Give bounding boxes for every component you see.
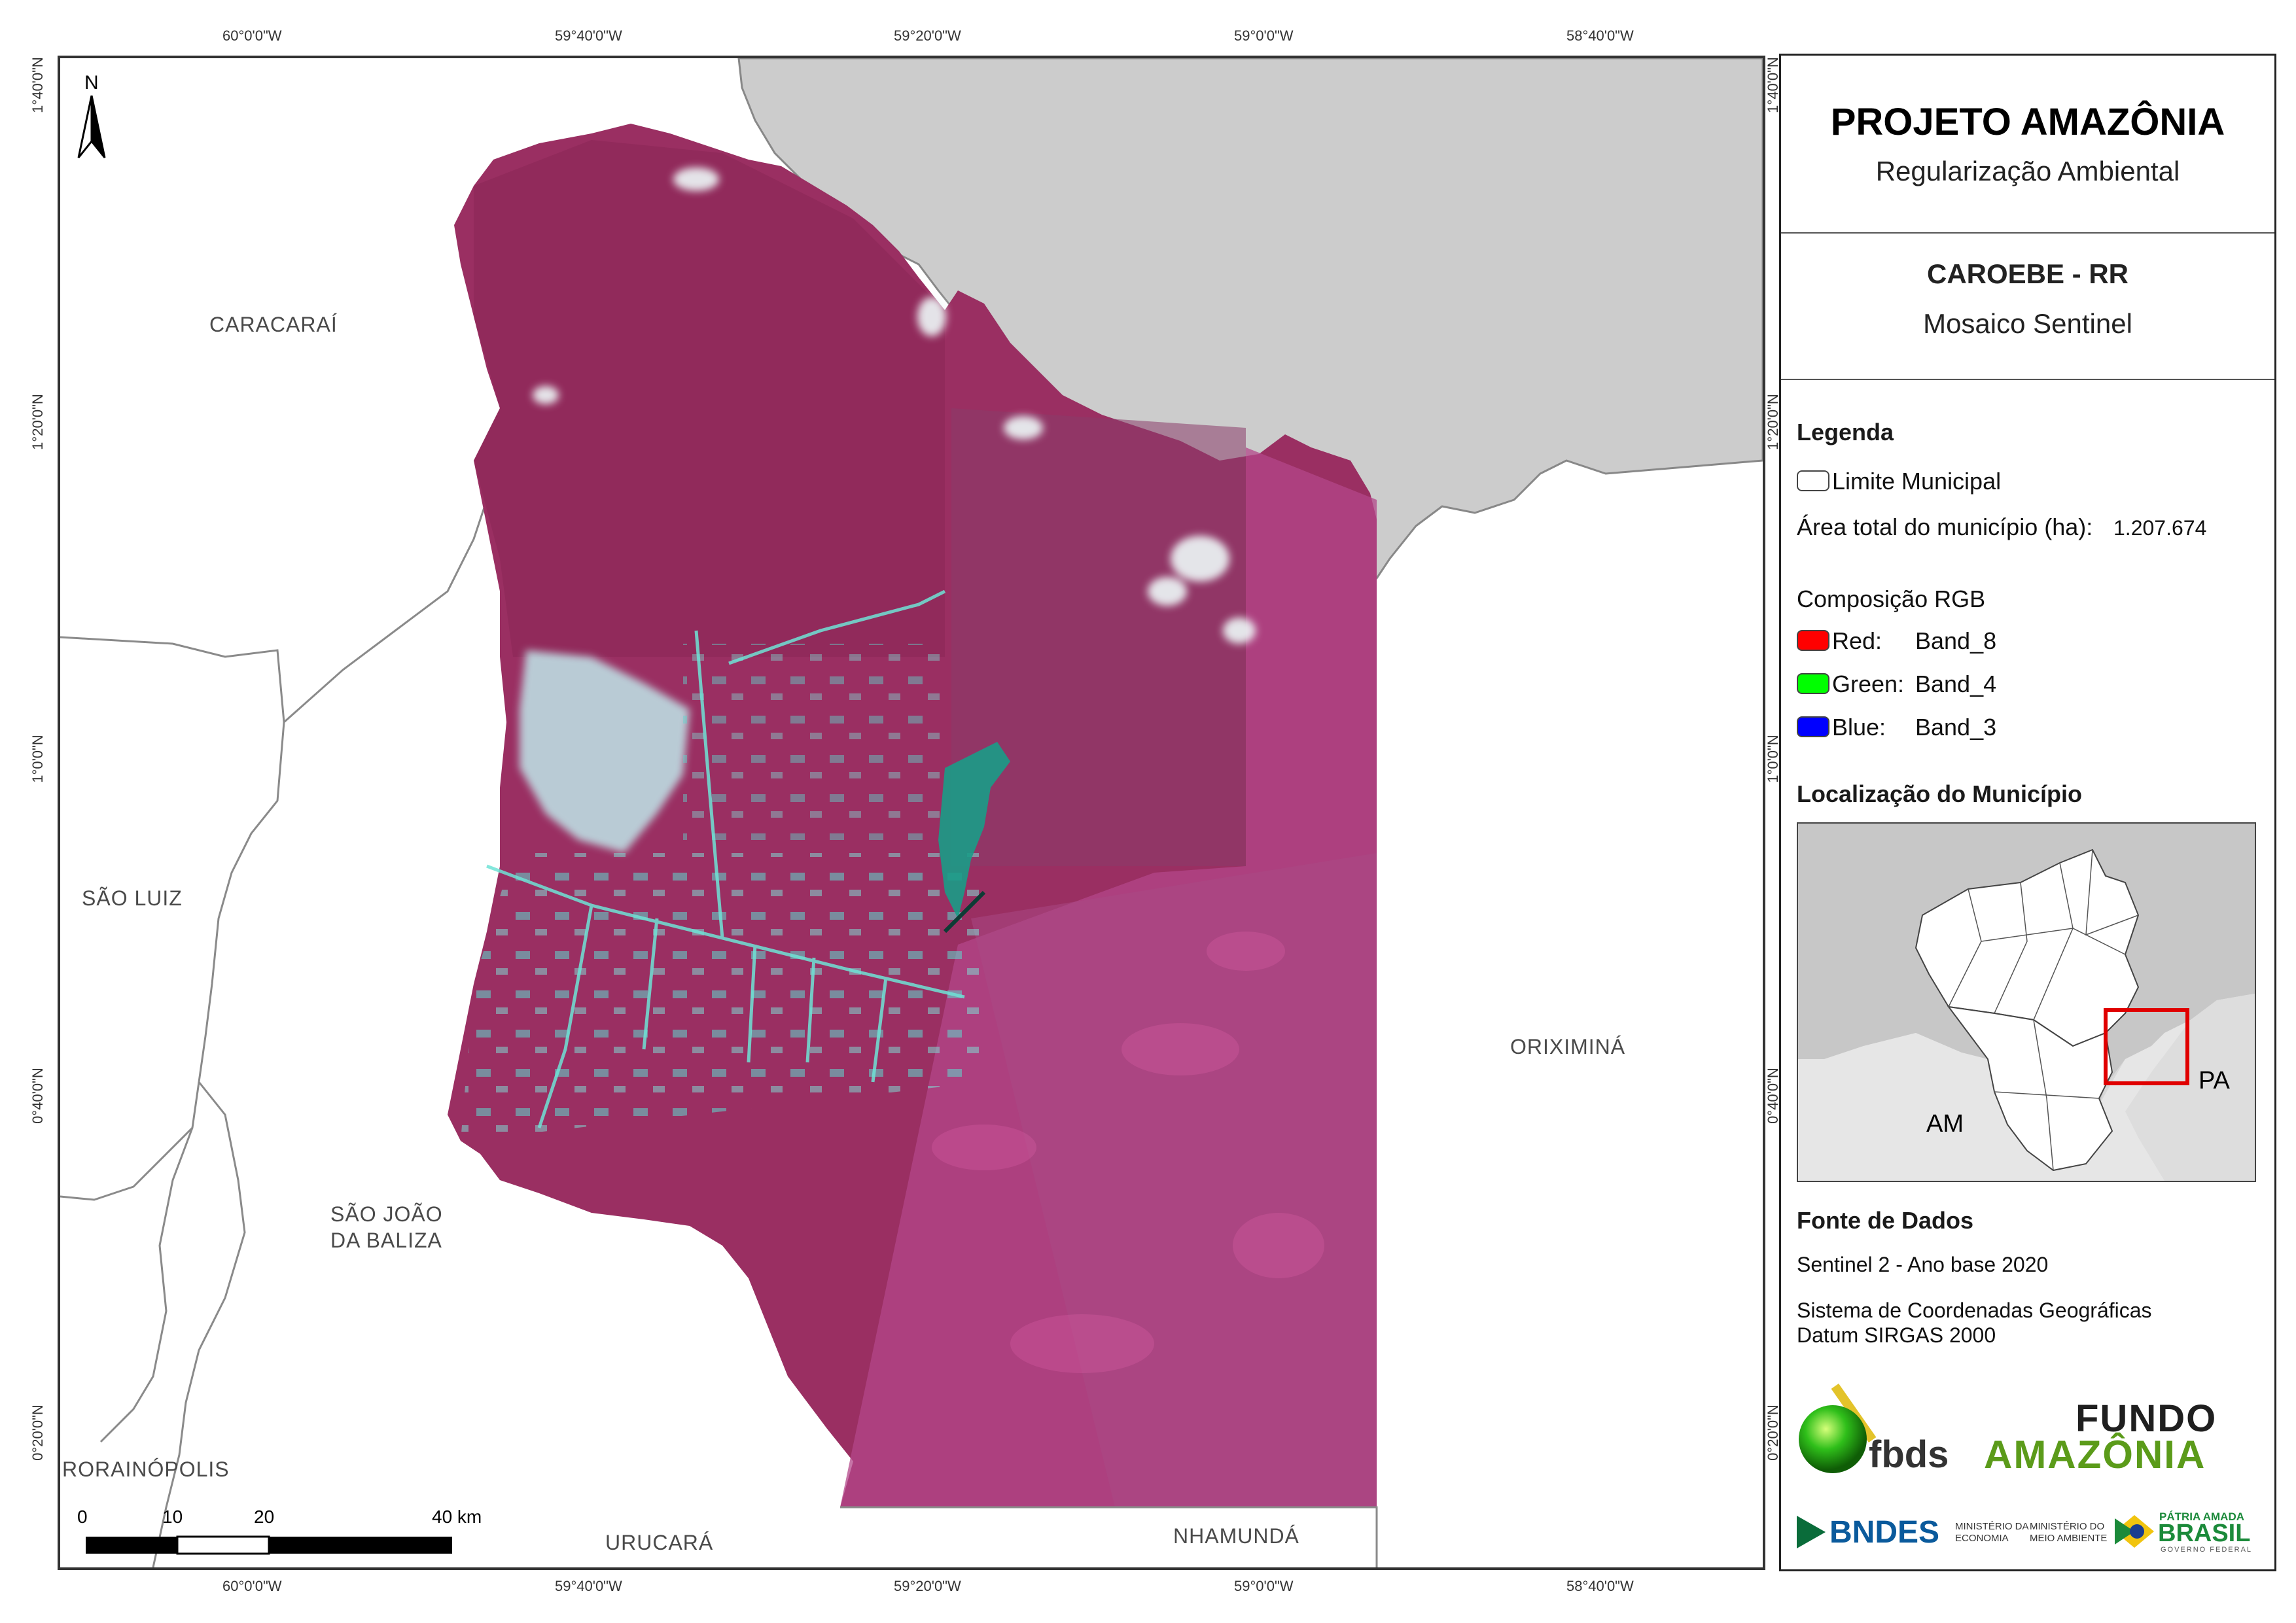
municipality-section: CAROEBE - RR Mosaico Sentinel bbox=[1781, 258, 2274, 340]
municipal-limit-label: Limite Municipal bbox=[1832, 468, 2002, 495]
bottom-coord-3: 59°20'0"W bbox=[894, 1578, 961, 1594]
top-coord-2: 59°40'0"W bbox=[555, 27, 622, 44]
project-title: PROJETO AMAZÔNIA bbox=[1830, 101, 2225, 143]
locator-map-svg bbox=[1798, 824, 2255, 1181]
band-blue-channel: Blue: bbox=[1832, 714, 1886, 741]
left-coord-2: 1°20'0"N bbox=[29, 394, 46, 450]
fbds-logo-text: fbds bbox=[1869, 1433, 1949, 1476]
bndes-text: BNDES bbox=[1829, 1515, 1940, 1550]
fbds-logo: fbds bbox=[1797, 1377, 1954, 1476]
left-coord-1: 1°40'0"N bbox=[29, 57, 46, 113]
top-coord-1: 60°0'0"W bbox=[222, 27, 282, 44]
municipality-name: CAROEBE - RR bbox=[1926, 258, 2128, 289]
project-subtitle: Regularização Ambiental bbox=[1875, 156, 2180, 186]
government-logo: PÁTRIA AMADA BRASIL GOVERNO FEDERAL bbox=[2115, 1509, 2265, 1555]
map-frame bbox=[58, 56, 1765, 1570]
place-caracarai: CARACARAÍ bbox=[209, 313, 338, 336]
location-heading: Localização do Município bbox=[1797, 780, 2083, 807]
north-arrow: N bbox=[75, 72, 108, 164]
left-coord-3: 1°0'0"N bbox=[29, 735, 46, 783]
place-nhamunda: NHAMUNDÁ bbox=[1173, 1524, 1299, 1548]
place-rorainopolis: RORAINÓPOLIS bbox=[62, 1457, 230, 1481]
place-sao-joao-line1: SÃO JOÃO bbox=[330, 1202, 443, 1226]
crs-line-2: Datum SIRGAS 2000 bbox=[1797, 1323, 1996, 1347]
bottom-coord-2: 59°40'0"W bbox=[555, 1578, 622, 1594]
municipal-limit-swatch bbox=[1797, 470, 1829, 491]
area-label: Área total do município (ha): bbox=[1797, 514, 2093, 540]
rgb-heading: Composição RGB bbox=[1797, 585, 1986, 612]
left-coord-4: 0°40'0"N bbox=[29, 1068, 46, 1124]
north-label: N bbox=[84, 72, 99, 94]
ministry-economy-line2: ECONOMIA bbox=[1955, 1533, 2009, 1544]
map-canvas bbox=[60, 58, 1763, 1567]
divider bbox=[1781, 379, 2274, 380]
sources-heading: Fonte de Dados bbox=[1797, 1207, 1974, 1234]
ministry-environment: MINISTÉRIO DO MEIO AMBIENTE bbox=[2030, 1521, 2107, 1544]
left-coord-5: 0°20'0"N bbox=[29, 1405, 46, 1461]
place-sao-luiz: SÃO LUIZ bbox=[82, 886, 183, 910]
title-section: PROJETO AMAZÔNIA Regularização Ambiental bbox=[1781, 100, 2274, 187]
brazil-flag-icon bbox=[2115, 1515, 2154, 1548]
band-red-name: Band_8 bbox=[1915, 627, 1997, 654]
scale-label-20: 20 bbox=[254, 1507, 275, 1527]
locator-map: AM PA bbox=[1797, 822, 2256, 1182]
band-blue-swatch bbox=[1797, 716, 1829, 737]
governo-text: GOVERNO FEDERAL bbox=[2161, 1546, 2253, 1554]
crs-line-1: Sistema de Coordenadas Geográficas bbox=[1797, 1299, 2152, 1322]
ministry-economy-line1: MINISTÉRIO DA bbox=[1955, 1521, 2029, 1532]
product-name: Mosaico Sentinel bbox=[1923, 308, 2132, 339]
band-red-channel: Red: bbox=[1832, 627, 1882, 654]
area-value: 1.207.674 bbox=[2113, 516, 2207, 540]
scale-bar bbox=[86, 1535, 452, 1555]
band-green-channel: Green: bbox=[1832, 671, 1905, 697]
place-urucara: URUCARÁ bbox=[605, 1531, 714, 1554]
top-coord-5: 58°40'0"W bbox=[1566, 27, 1634, 44]
north-arrow-icon bbox=[77, 96, 106, 158]
band-green-name: Band_4 bbox=[1915, 671, 1997, 697]
band-green-swatch bbox=[1797, 673, 1829, 694]
bottom-coord-5: 58°40'0"W bbox=[1566, 1578, 1634, 1594]
band-red-swatch bbox=[1797, 630, 1829, 651]
bottom-coord-1: 60°0'0"W bbox=[222, 1578, 282, 1594]
ministry-environment-line2: MEIO AMBIENTE bbox=[2030, 1533, 2108, 1544]
ministry-environment-line1: MINISTÉRIO DO bbox=[2030, 1521, 2105, 1532]
ministry-economy: MINISTÉRIO DA ECONOMIA bbox=[1955, 1521, 2029, 1544]
scale-label-40km: 40 km bbox=[432, 1507, 482, 1527]
scale-label-10: 10 bbox=[162, 1507, 183, 1527]
band-blue-name: Band_3 bbox=[1915, 714, 1997, 741]
amazonia-text: AMAZÔNIA bbox=[1984, 1433, 2206, 1476]
top-coord-4: 59°0'0"W bbox=[1234, 27, 1294, 44]
scale-label-0: 0 bbox=[77, 1507, 88, 1527]
divider bbox=[1781, 232, 2274, 234]
inset-label-am: AM bbox=[1926, 1110, 1964, 1138]
bndes-mark-icon bbox=[1797, 1516, 1826, 1548]
fundo-amazonia-logo: FUNDO AMAZÔNIA bbox=[1977, 1397, 2265, 1476]
brasil-text: BRASIL bbox=[2158, 1520, 2251, 1547]
legend-panel: PROJETO AMAZÔNIA Regularização Ambiental… bbox=[1779, 54, 2276, 1571]
legend-heading: Legenda bbox=[1797, 419, 1894, 445]
place-sao-joao-line2: DA BALIZA bbox=[330, 1229, 442, 1252]
top-coord-3: 59°20'0"W bbox=[894, 27, 961, 44]
place-oriximina: ORIXIMINÁ bbox=[1510, 1035, 1626, 1058]
source-line: Sentinel 2 - Ano base 2020 bbox=[1797, 1253, 2049, 1276]
bottom-coord-4: 59°0'0"W bbox=[1234, 1578, 1294, 1594]
inset-label-pa: PA bbox=[2199, 1067, 2230, 1094]
